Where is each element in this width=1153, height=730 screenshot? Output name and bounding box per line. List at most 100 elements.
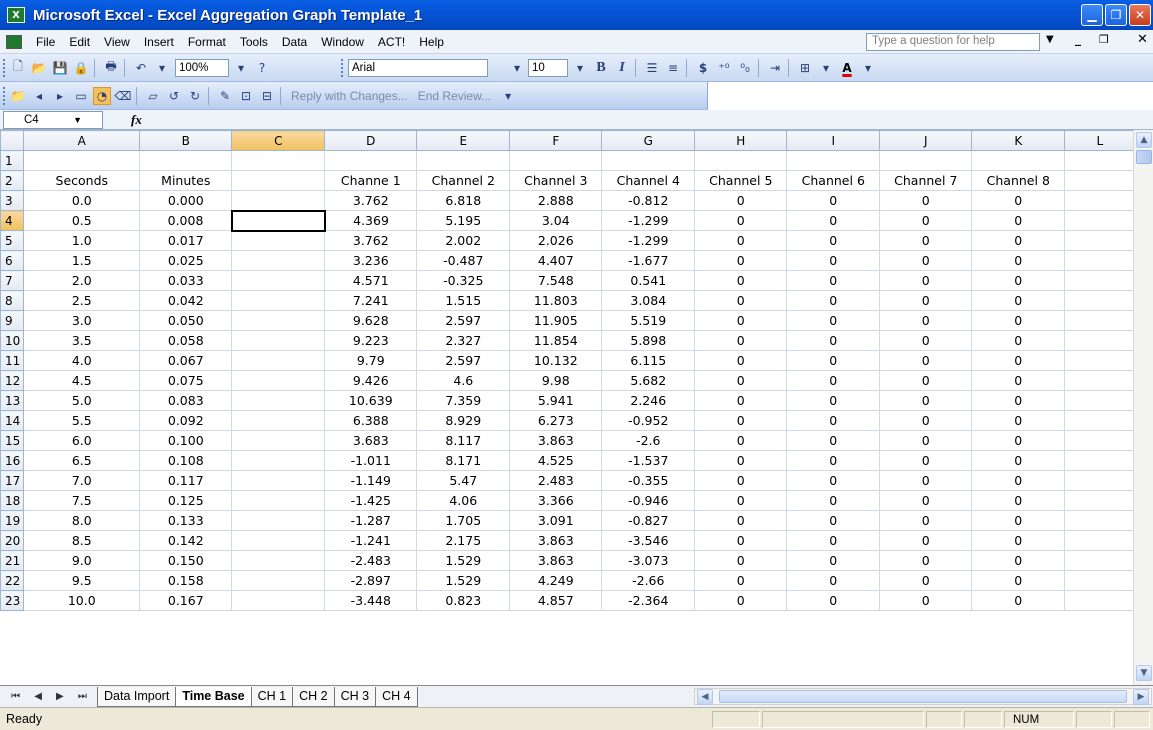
scroll-down-button[interactable]: ▼ (1136, 665, 1152, 681)
cell[interactable]: 6.388 (324, 410, 418, 431)
worksheet-grid[interactable]: A B C D E F G H I J K L 1 2 Seconds Minutes… (0, 130, 1136, 611)
cell[interactable]: 4.857 (509, 590, 603, 611)
cell[interactable] (1064, 330, 1136, 351)
cell[interactable]: 4.525 (509, 450, 603, 471)
cell[interactable]: 11.854 (509, 330, 603, 351)
cell[interactable]: -1.537 (601, 450, 696, 471)
cell[interactable]: 5.519 (601, 310, 696, 331)
cell[interactable] (231, 470, 326, 491)
cell[interactable]: 0 (786, 430, 881, 451)
cell[interactable]: 9.223 (324, 330, 418, 351)
cell[interactable] (1064, 250, 1136, 271)
cell[interactable]: 0 (786, 490, 881, 511)
cell[interactable]: 0 (879, 370, 973, 391)
row-header[interactable]: 1 (0, 150, 25, 171)
cell[interactable]: 3.683 (324, 430, 418, 451)
cell[interactable] (971, 150, 1066, 171)
cell[interactable]: 9.98 (509, 370, 603, 391)
menu-file[interactable]: File (36, 35, 55, 49)
cell[interactable]: 0 (786, 310, 881, 331)
cell[interactable] (231, 390, 326, 411)
cell[interactable] (231, 310, 326, 331)
cell[interactable]: 0 (694, 350, 788, 371)
column-header[interactable]: H (694, 130, 788, 151)
workbook-close-button[interactable]: ✕ (1137, 32, 1148, 47)
help-icon[interactable]: ? (253, 59, 271, 77)
cell[interactable] (1064, 450, 1136, 471)
cell[interactable]: -3.546 (601, 530, 696, 551)
cell[interactable]: -1.299 (601, 210, 696, 231)
cell[interactable]: 0.042 (139, 290, 233, 311)
font-color-dropdown-icon[interactable]: ▾ (859, 59, 877, 77)
cell[interactable]: 0 (786, 230, 881, 251)
cell[interactable]: -0.952 (601, 410, 696, 431)
cell[interactable] (231, 370, 326, 391)
column-header[interactable]: D (324, 130, 418, 151)
cell[interactable]: 10.0 (23, 590, 141, 611)
cell[interactable]: 2.5 (23, 290, 141, 311)
help-dropdown-icon[interactable]: ▼ (1046, 34, 1054, 45)
cell[interactable]: 0 (971, 430, 1066, 451)
cell[interactable]: 7.359 (416, 390, 511, 411)
cell[interactable]: 0 (694, 590, 788, 611)
cell[interactable]: 0.092 (139, 410, 233, 431)
scroll-left-button[interactable]: ◀ (697, 689, 713, 705)
cell[interactable]: -3.073 (601, 550, 696, 571)
sheet-tab-ch1[interactable]: CH 1 (250, 686, 294, 707)
cell[interactable] (139, 150, 233, 171)
undo-icon[interactable]: ↶ (132, 59, 150, 77)
italic-button[interactable]: I (613, 59, 631, 77)
cell[interactable]: 1.5 (23, 250, 141, 271)
cell[interactable]: 6.0 (23, 430, 141, 451)
cell[interactable]: 0.158 (139, 570, 233, 591)
cell[interactable]: 0.058 (139, 330, 233, 351)
cell[interactable]: -1.677 (601, 250, 696, 271)
cell[interactable]: 8.171 (416, 450, 511, 471)
cell[interactable]: 10.132 (509, 350, 603, 371)
restore-button[interactable]: ❐ (1105, 4, 1127, 26)
cell[interactable] (1064, 470, 1136, 491)
cell[interactable]: 0 (879, 350, 973, 371)
workbook-minimize-button[interactable]: _ (1075, 32, 1081, 46)
cell[interactable]: 4.6 (416, 370, 511, 391)
cell[interactable]: -2.66 (601, 570, 696, 591)
cell[interactable]: Seconds (23, 170, 141, 191)
cell[interactable]: 0 (786, 590, 881, 611)
cell[interactable] (231, 530, 326, 551)
cell[interactable]: 0 (879, 310, 973, 331)
cell[interactable]: -0.827 (601, 510, 696, 531)
row-header[interactable]: 7 (0, 270, 25, 291)
cell[interactable]: 0 (879, 210, 973, 231)
cell[interactable]: Channel 8 (971, 170, 1066, 191)
cell[interactable]: 0 (786, 390, 881, 411)
column-header[interactable]: B (139, 130, 233, 151)
toolbar-grip[interactable] (3, 58, 6, 77)
cell[interactable]: 0 (971, 250, 1066, 271)
cell[interactable]: 0 (971, 230, 1066, 251)
cell[interactable]: 1.529 (416, 570, 511, 591)
bold-button[interactable]: B (592, 59, 610, 77)
cell[interactable]: 0.150 (139, 550, 233, 571)
cell[interactable] (231, 270, 326, 291)
cell[interactable]: 3.863 (509, 530, 603, 551)
excel-app-icon[interactable]: X (7, 7, 25, 23)
cell[interactable]: 8.0 (23, 510, 141, 531)
row-header[interactable]: 12 (0, 370, 25, 391)
currency-button[interactable]: $ (694, 59, 712, 77)
cell[interactable]: -1.425 (324, 490, 418, 511)
cell[interactable]: 4.369 (324, 210, 418, 231)
cell[interactable]: 10.639 (324, 390, 418, 411)
cell[interactable]: Channel 7 (879, 170, 973, 191)
cell[interactable]: 0.025 (139, 250, 233, 271)
row-header[interactable]: 14 (0, 410, 25, 431)
cell[interactable]: 4.5 (23, 370, 141, 391)
select-all-corner[interactable] (0, 130, 25, 151)
cell[interactable] (694, 150, 788, 171)
font-color-icon[interactable]: A (838, 59, 856, 77)
cell[interactable]: 5.195 (416, 210, 511, 231)
vertical-scrollbar[interactable]: ▲ ▼ (1133, 130, 1153, 685)
column-header-selected[interactable]: C (231, 130, 326, 151)
cell[interactable]: 0.167 (139, 590, 233, 611)
cell[interactable]: 0 (971, 290, 1066, 311)
cell[interactable]: 1.515 (416, 290, 511, 311)
